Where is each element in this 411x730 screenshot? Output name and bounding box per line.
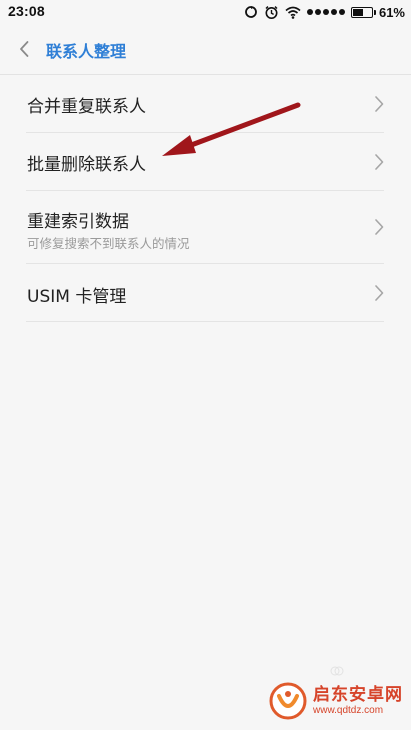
watermark-logo-icon (269, 682, 307, 720)
menu-item-rebuild-index[interactable]: 重建索引数据 可修复搜索不到联系人的情况 (26, 191, 384, 264)
chevron-right-icon (375, 154, 384, 170)
watermark-url: www.qdtdz.com (313, 704, 384, 716)
watermark: 启东安卓网 www.qdtdz.com (269, 676, 405, 726)
chevron-left-icon (20, 41, 29, 57)
alarm-icon (264, 5, 279, 20)
phone-screen: 23:08 61% 联系人整理 合并重复联系人 批量删除联系人 重建索引数据 可… (0, 0, 411, 730)
chevron-right-icon (375, 96, 384, 112)
battery-percent: 61% (378, 4, 405, 20)
menu-item-sublabel: 可修复搜索不到联系人的情况 (27, 236, 190, 251)
menu-item-merge-duplicates[interactable]: 合并重复联系人 (26, 75, 384, 133)
menu-item-label: USIM 卡管理 (27, 287, 127, 307)
sync-icon (244, 5, 258, 19)
menu-item-usim-management[interactable]: USIM 卡管理 (26, 264, 384, 322)
chevron-right-icon (375, 219, 384, 235)
menu-item-label: 批量删除联系人 (27, 155, 146, 175)
chevron-right-icon (375, 285, 384, 301)
signal-icon (306, 9, 345, 15)
status-icons: 61% (244, 3, 405, 21)
menu-item-label: 合并重复联系人 (27, 97, 146, 117)
wifi-icon (285, 6, 301, 19)
status-time: 23:08 (8, 3, 45, 19)
back-button[interactable] (12, 36, 36, 62)
status-bar: 23:08 61% (0, 0, 411, 24)
battery-icon (350, 6, 376, 18)
menu-item-label: 重建索引数据 (27, 212, 129, 232)
watermark-name: 启东安卓网 (313, 685, 403, 706)
app-header: 联系人整理 (0, 24, 411, 75)
page-title: 联系人整理 (46, 42, 127, 61)
menu-item-batch-delete[interactable]: 批量删除联系人 (26, 133, 384, 191)
